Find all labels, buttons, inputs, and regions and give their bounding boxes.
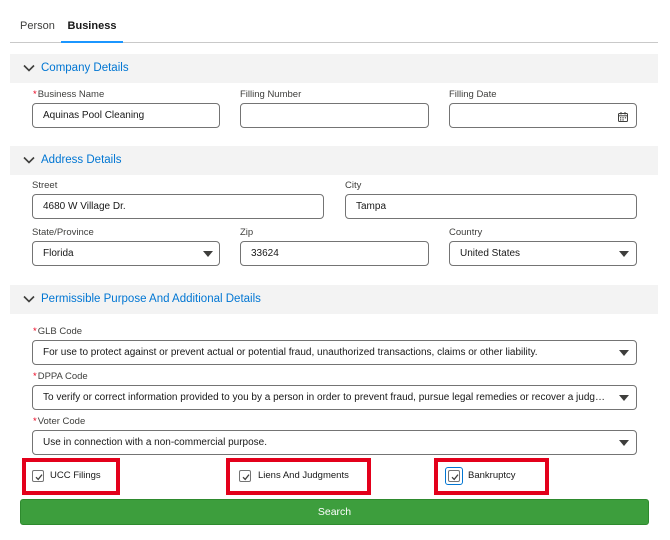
tab-bar: Person Business — [10, 12, 658, 43]
chevron-down-icon — [23, 64, 35, 72]
caret-down-icon — [203, 251, 213, 257]
city-label: City — [345, 180, 362, 191]
required-marker: * — [33, 89, 37, 100]
glb-code-select[interactable]: For use to protect against or prevent ac… — [32, 340, 637, 365]
state-select[interactable]: Florida — [32, 241, 220, 266]
calendar-icon[interactable] — [618, 112, 628, 122]
required-marker: * — [33, 416, 37, 427]
section-title: Address Details — [41, 154, 122, 166]
business-name-label: *Business Name — [33, 89, 105, 100]
street-label: Street — [32, 180, 58, 191]
checkmark-icon — [35, 474, 43, 481]
caret-down-icon — [619, 251, 629, 257]
filling-date-input[interactable] — [449, 103, 637, 128]
dppa-code-label: *DPPA Code — [33, 371, 88, 382]
street-input[interactable]: 4680 W Village Dr. — [32, 194, 324, 219]
filling-number-input[interactable] — [240, 103, 429, 128]
checkmark-icon — [451, 474, 459, 481]
ucc-filings-checkbox[interactable] — [32, 470, 44, 482]
city-input[interactable]: Tampa — [345, 194, 637, 219]
glb-code-label: *GLB Code — [33, 326, 83, 337]
tab-business[interactable]: Business — [61, 12, 123, 43]
zip-label: Zip — [240, 227, 254, 238]
section-company-details[interactable]: Company Details — [10, 54, 658, 83]
ucc-filings-label: UCC Filings — [50, 470, 101, 481]
chevron-down-icon — [23, 295, 35, 303]
chevron-down-icon — [23, 156, 35, 164]
business-name-input[interactable]: Aquinas Pool Cleaning — [32, 103, 220, 128]
required-marker: * — [33, 326, 37, 337]
country-select[interactable]: United States — [449, 241, 637, 266]
state-label: State/Province — [32, 227, 94, 238]
section-address-details[interactable]: Address Details — [10, 146, 658, 175]
search-button[interactable]: Search — [20, 499, 649, 525]
section-title: Company Details — [41, 62, 129, 74]
caret-down-icon — [619, 395, 629, 401]
bankruptcy-checkbox[interactable] — [448, 470, 460, 482]
voter-code-label: *Voter Code — [33, 416, 86, 427]
section-title: Permissible Purpose And Additional Detai… — [41, 293, 261, 305]
required-marker: * — [33, 371, 37, 382]
liens-judgments-checkbox[interactable] — [239, 470, 251, 482]
caret-down-icon — [619, 350, 629, 356]
filling-date-label: Filling Date — [449, 89, 497, 100]
bankruptcy-label: Bankruptcy — [468, 470, 516, 481]
caret-down-icon — [619, 440, 629, 446]
country-label: Country — [449, 227, 483, 238]
tab-person[interactable]: Person — [20, 12, 55, 43]
liens-judgments-label: Liens And Judgments — [258, 470, 349, 481]
filling-number-label: Filling Number — [240, 89, 302, 100]
voter-code-select[interactable]: Use in connection with a non-commercial … — [32, 430, 637, 455]
dppa-code-select[interactable]: To verify or correct information provide… — [32, 385, 637, 410]
section-permissible-purpose[interactable]: Permissible Purpose And Additional Detai… — [10, 285, 658, 314]
checkmark-icon — [242, 474, 250, 481]
zip-input[interactable]: 33624 — [240, 241, 429, 266]
